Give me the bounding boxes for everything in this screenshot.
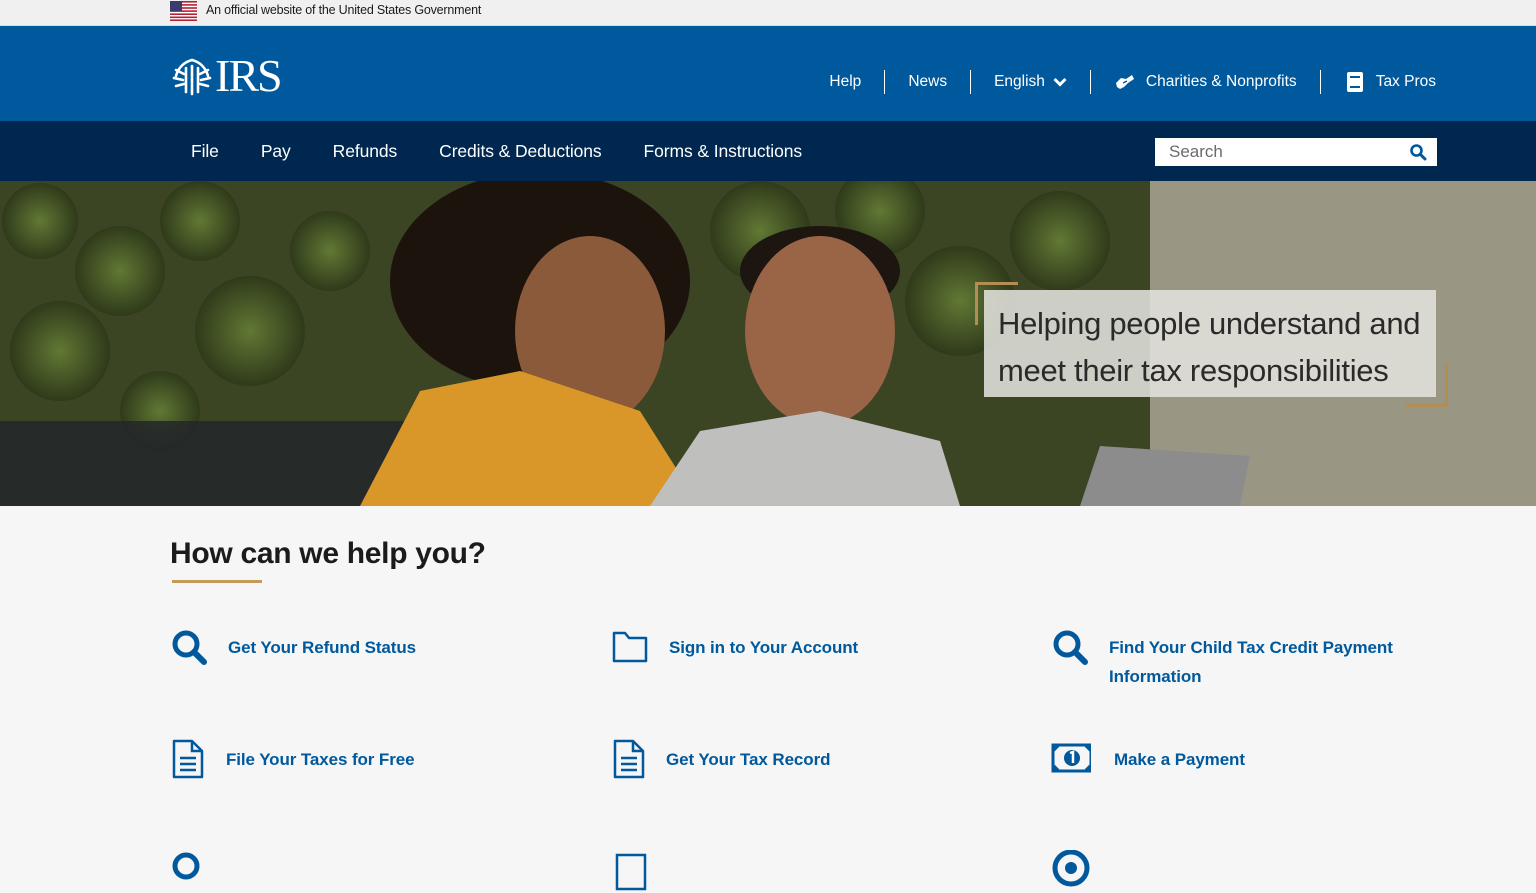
gov-banner: An official website of the United States… xyxy=(0,0,1536,26)
search-icon[interactable] xyxy=(1409,143,1427,161)
util-help-link[interactable]: Help xyxy=(806,70,884,94)
help-section-title: How can we help you? xyxy=(170,537,486,570)
folder-icon xyxy=(612,631,648,663)
hero-card-corner-bottom-right xyxy=(1405,364,1448,407)
search-box xyxy=(1155,138,1437,166)
task-child-tax-credit[interactable]: Find Your Child Tax Credit Payment Infor… xyxy=(1051,628,1411,691)
document-icon xyxy=(172,739,204,779)
utility-nav: Help News English Charities & Nonprofits xyxy=(806,66,1436,98)
nav-file[interactable]: File xyxy=(170,141,240,162)
task-make-payment[interactable]: Make a Payment xyxy=(1051,739,1245,779)
task-row3-item-3[interactable] xyxy=(1051,850,1091,890)
language-dropdown[interactable]: English xyxy=(970,70,1090,94)
magnifier-icon xyxy=(1053,630,1088,665)
task-sign-in[interactable]: Sign in to Your Account xyxy=(611,628,858,668)
task-label: Make a Payment xyxy=(1114,750,1245,769)
task-row3-item-1[interactable] xyxy=(170,850,210,890)
task-file-free[interactable]: File Your Taxes for Free xyxy=(170,739,415,779)
hero-tagline-card: Helping people understand and meet their… xyxy=(984,290,1436,397)
lifebuoy-icon xyxy=(1052,850,1090,887)
nav-refunds[interactable]: Refunds xyxy=(312,141,418,162)
help-title-underline xyxy=(172,580,262,583)
document-icon xyxy=(613,739,645,779)
irs-eagle-logo-icon xyxy=(172,58,212,96)
util-taxpros-link[interactable]: Tax Pros xyxy=(1319,70,1436,94)
hero-banner: Helping people understand and meet their… xyxy=(0,181,1536,506)
task-label: Find Your Child Tax Credit Payment Infor… xyxy=(1109,638,1393,686)
us-flag-icon xyxy=(170,1,197,21)
util-charities-label: Charities & Nonprofits xyxy=(1145,73,1297,90)
language-label: English xyxy=(994,73,1045,90)
money-icon xyxy=(1051,743,1091,773)
util-charities-link[interactable]: Charities & Nonprofits xyxy=(1089,70,1320,94)
logo-text: IRS xyxy=(215,50,283,101)
util-help-label: Help xyxy=(829,73,862,90)
nav-forms-instructions[interactable]: Forms & Instructions xyxy=(623,141,823,162)
task-tax-record[interactable]: Get Your Tax Record xyxy=(611,739,830,779)
magnifier-icon xyxy=(172,630,207,665)
task-row3-item-2[interactable] xyxy=(611,853,651,893)
util-news-link[interactable]: News xyxy=(884,70,970,94)
book-icon xyxy=(1346,72,1363,92)
irs-logo[interactable]: IRS xyxy=(170,50,283,101)
nav-credits-deductions[interactable]: Credits & Deductions xyxy=(418,141,622,162)
task-label: Sign in to Your Account xyxy=(669,638,859,657)
handshake-icon xyxy=(1115,75,1134,89)
search-input[interactable] xyxy=(1155,138,1405,166)
nav-pay[interactable]: Pay xyxy=(240,141,312,162)
document-icon xyxy=(615,853,647,891)
task-label: Get Your Refund Status xyxy=(228,638,416,657)
util-news-label: News xyxy=(908,73,948,90)
task-refund-status[interactable]: Get Your Refund Status xyxy=(170,628,416,668)
task-label: File Your Taxes for Free xyxy=(226,750,415,769)
magnifier-icon xyxy=(172,852,200,880)
site-header: IRS Help News English Charities & Nonpro… xyxy=(0,26,1536,121)
gov-banner-text: An official website of the United States… xyxy=(206,3,482,17)
chevron-down-icon xyxy=(1053,77,1067,87)
util-taxpros-label: Tax Pros xyxy=(1375,73,1436,90)
task-label: Get Your Tax Record xyxy=(666,750,831,769)
hero-tagline: Helping people understand and meet their… xyxy=(998,306,1421,388)
